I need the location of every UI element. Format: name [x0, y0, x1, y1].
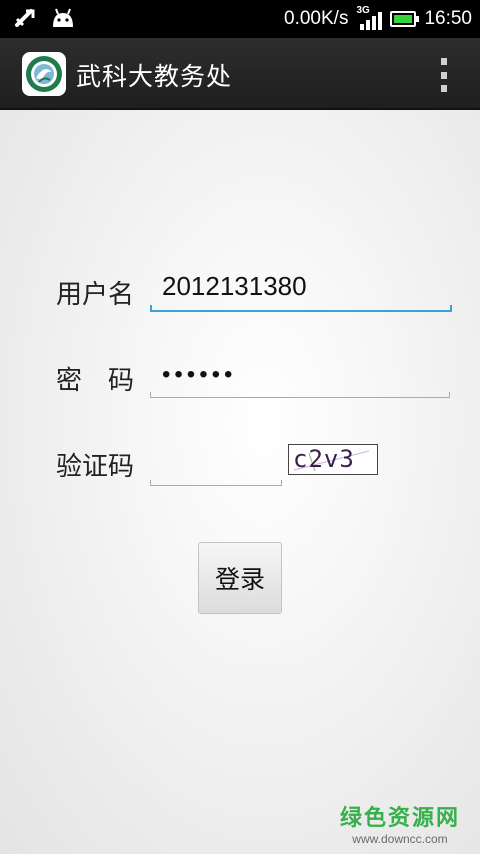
- username-label: 用户名: [56, 280, 135, 310]
- android-icon: [53, 8, 73, 27]
- status-bar: 0.00K/s 3G 16:50: [0, 0, 480, 38]
- app-title: 武科大教务处: [76, 62, 233, 91]
- watermark-url: www.downcc.com: [352, 832, 448, 846]
- network-speed: 0.00K/s: [284, 8, 349, 29]
- captcha-label: 验证码: [56, 452, 135, 482]
- clock: 16:50: [424, 8, 472, 29]
- watermark: 绿色资源网 www.downcc.com: [340, 800, 460, 846]
- login-form: 用户名 2012131380 密 码 •••••• 验证码 c2v3 登录 绿色…: [0, 110, 480, 854]
- watermark-title: 绿色资源网: [339, 806, 460, 831]
- captcha-image[interactable]: c2v3: [288, 444, 378, 475]
- overflow-menu-icon[interactable]: [436, 58, 452, 92]
- login-button[interactable]: 登录: [198, 542, 282, 614]
- password-input[interactable]: ••••••: [150, 358, 450, 398]
- username-input[interactable]: 2012131380: [150, 271, 452, 312]
- captcha-text: c2v3: [293, 445, 355, 473]
- network-type: 3G: [356, 5, 370, 16]
- usb-debug-icon: [15, 9, 35, 27]
- signal-3g-icon: 3G: [356, 5, 383, 30]
- captcha-input[interactable]: [150, 446, 282, 486]
- action-bar: 武科大教务处: [0, 38, 480, 110]
- battery-icon: [390, 11, 420, 27]
- university-logo-icon[interactable]: [22, 52, 66, 96]
- password-label: 密 码: [56, 366, 135, 396]
